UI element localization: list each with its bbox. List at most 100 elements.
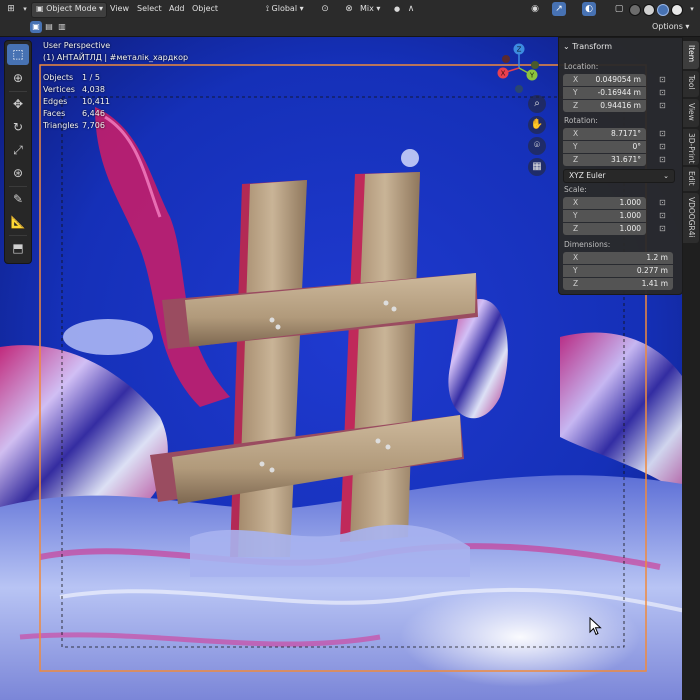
xray-icon[interactable]: ▢	[612, 2, 626, 16]
menu-object[interactable]: Object	[188, 2, 222, 16]
snap-mode-selector[interactable]: Mix ▾	[356, 2, 384, 16]
zoom-icon[interactable]: ⌕	[528, 95, 546, 113]
tab-edit[interactable]: Edit	[683, 167, 699, 191]
gizmo-neg-y-axis[interactable]	[531, 61, 539, 69]
tab-item[interactable]: Item	[683, 41, 699, 69]
rotate-tool-icon[interactable]: ↻	[7, 117, 29, 138]
tab-view[interactable]: View	[683, 99, 699, 127]
stat-value: 4,038	[82, 85, 105, 94]
rotation-y-field[interactable]: Y 0°	[563, 141, 646, 153]
gizmo-neg-x-axis[interactable]	[502, 55, 510, 63]
field-value: 0.94416 m	[600, 101, 641, 110]
scene-statistics: Objects 1 / 5 Vertices 4,038 Edges 10,411 F…	[43, 72, 123, 132]
material-shading-icon[interactable]	[657, 4, 669, 16]
falloff-icon[interactable]: ∧	[404, 2, 418, 16]
lock-icon[interactable]: ⊡	[659, 142, 669, 152]
snap-mode-label: Mix	[360, 4, 374, 13]
scale-y-field[interactable]: Y 1.000	[563, 210, 646, 222]
lock-icon[interactable]: ⊡	[659, 88, 669, 98]
rotation-z-field[interactable]: Z 31.671°	[563, 154, 646, 166]
tab-label: 3D-Print	[687, 133, 696, 164]
location-z-field[interactable]: Z 0.94416 m	[563, 100, 646, 112]
lock-icon[interactable]: ⊡	[659, 129, 669, 139]
menu-select[interactable]: Select	[133, 2, 166, 16]
select-extend-icon[interactable]: ▤	[43, 21, 55, 33]
dimensions-z-field[interactable]: Z 1.41 m	[563, 278, 673, 290]
mode-selector[interactable]: ▣ Object Mode ▾	[31, 2, 107, 18]
rendered-shading-icon[interactable]	[671, 4, 683, 16]
header-row-main: ⊞ ▾ ▣ Object Mode ▾ View Select Add Obje…	[0, 0, 700, 18]
navigation-gizmo[interactable]: Z X Y	[492, 41, 546, 95]
solid-shading-icon[interactable]	[643, 4, 655, 16]
location-x-field[interactable]: X 0.049054 m	[563, 74, 646, 86]
field-value: 1.000	[619, 211, 641, 220]
axis-label: Z	[573, 155, 579, 164]
select-subtract-icon[interactable]: ▥	[56, 21, 68, 33]
tab-vdoogr4i[interactable]: VDOOGR4i	[683, 193, 699, 243]
rotation-x-field[interactable]: X 8.7171°	[563, 128, 646, 140]
snap-icon[interactable]: ⊗	[342, 2, 356, 16]
wireframe-shading-icon[interactable]	[629, 4, 641, 16]
menu-view[interactable]: View	[106, 2, 133, 16]
stat-value: 10,411	[82, 97, 110, 106]
gizmo-toggle-icon[interactable]: ↗	[552, 2, 566, 16]
lock-icon[interactable]: ⊡	[659, 155, 669, 165]
stat-label: Vertices	[43, 85, 75, 94]
select-new-icon[interactable]: ▣	[30, 21, 42, 33]
gizmo-neg-z-axis[interactable]	[515, 85, 523, 93]
menu-add[interactable]: Add	[165, 2, 189, 16]
lock-icon[interactable]: ⊡	[659, 224, 669, 234]
chevron-down-icon[interactable]: ▾	[18, 2, 32, 16]
field-value: 0.049054 m	[595, 75, 641, 84]
tab-tool[interactable]: Tool	[683, 71, 699, 97]
pivot-point-icon[interactable]: ⊙	[318, 2, 332, 16]
editor-type-icon[interactable]: ⊞	[4, 2, 18, 16]
pan-hand-icon[interactable]: ✋	[528, 116, 546, 134]
move-tool-icon[interactable]: ✥	[7, 94, 29, 115]
proportional-edit-icon[interactable]: ●	[390, 2, 404, 16]
annotate-tool-icon[interactable]: ✎	[7, 189, 29, 210]
axis-label: Z	[573, 279, 579, 288]
tab-label: Tool	[687, 75, 696, 90]
visibility-icon[interactable]: ◉	[528, 2, 542, 16]
view-name: User Perspective	[43, 41, 111, 50]
perspective-grid-icon[interactable]: ▦	[528, 158, 546, 176]
transform-panel: ⌄ Transform Location: X 0.049054 m Y -0.16…	[558, 37, 683, 295]
stat-edges: Edges 10,411	[43, 96, 123, 108]
lock-icon[interactable]: ⊡	[659, 75, 669, 85]
measure-tool-icon[interactable]: 📐	[7, 212, 29, 233]
chevron-down-icon: ▾	[373, 4, 381, 13]
panel-title: Transform	[572, 42, 613, 51]
select-box-tool-icon[interactable]: ⬚	[7, 44, 29, 65]
tab-label: Edit	[687, 171, 696, 186]
scale-x-field[interactable]: X 1.000	[563, 197, 646, 209]
mouse-cursor-icon	[589, 617, 602, 636]
dimensions-x-field[interactable]: X 1.2 m	[563, 252, 673, 264]
chevron-down-icon: ▾	[297, 4, 304, 13]
scale-z-field[interactable]: Z 1.000	[563, 223, 646, 235]
lock-icon[interactable]: ⊡	[659, 211, 669, 221]
transform-panel-header[interactable]: ⌄ Transform	[563, 40, 612, 54]
add-cube-tool-icon[interactable]: ⬒	[7, 238, 29, 259]
orientation-selector[interactable]: ⟟ Global ▾	[262, 2, 308, 16]
cursor-tool-icon[interactable]: ⊕	[7, 68, 29, 89]
collection-info: (1) АНТАЙТЛД | #металік_хардкор	[43, 53, 189, 62]
lock-icon[interactable]: ⊡	[659, 101, 669, 111]
header-row-tools: ▣ ▤ ▥ Options ▾	[0, 18, 700, 36]
dimensions-y-field[interactable]: Y 0.277 m	[563, 265, 673, 277]
field-value: 31.671°	[611, 155, 641, 164]
camera-view-icon[interactable]: ⌾	[528, 137, 546, 155]
lock-icon[interactable]: ⊡	[659, 198, 669, 208]
field-value: 0.277 m	[636, 266, 668, 275]
transform-tool-icon[interactable]: ⊛	[7, 163, 29, 184]
location-y-field[interactable]: Y -0.16944 m	[563, 87, 646, 99]
tab-3d-print[interactable]: 3D-Print	[683, 129, 699, 165]
toolbar-divider	[9, 91, 27, 92]
chevron-down-icon[interactable]: ▾	[685, 2, 699, 16]
chevron-down-icon: ▾	[682, 22, 690, 31]
object-mode-icon: ▣	[36, 4, 47, 13]
options-button[interactable]: Options ▾	[648, 20, 693, 34]
overlay-toggle-icon[interactable]: ◐	[582, 2, 596, 16]
scale-tool-icon[interactable]: ⤢	[7, 140, 29, 161]
rotation-mode-dropdown[interactable]: XYZ Euler ⌄	[563, 169, 675, 183]
